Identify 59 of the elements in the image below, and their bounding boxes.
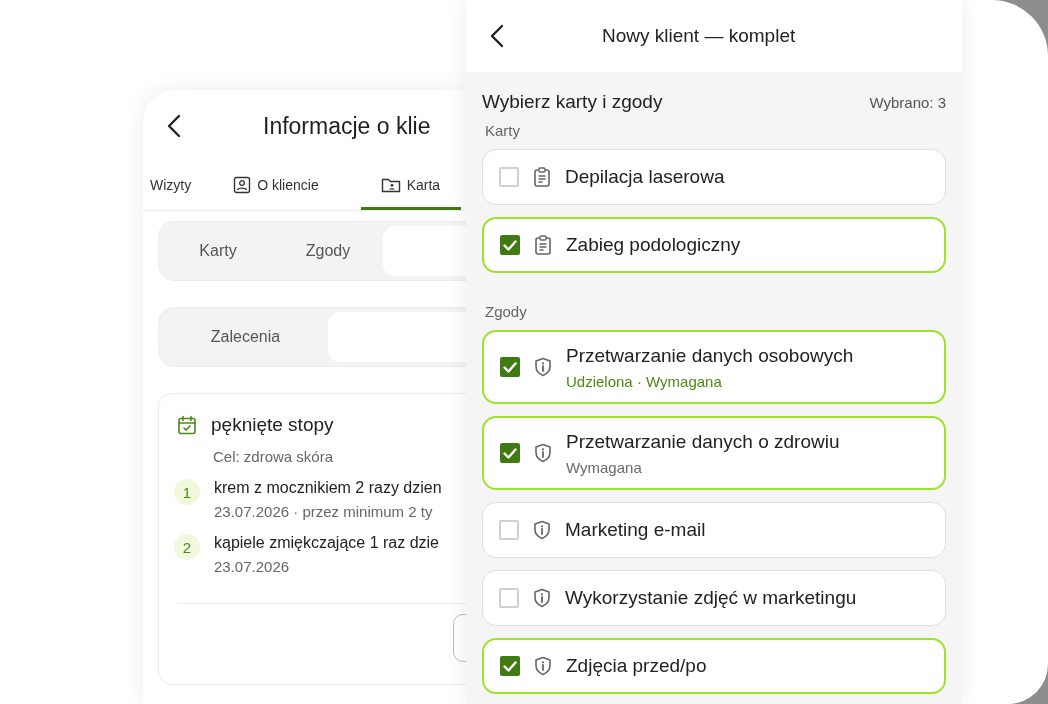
option-row[interactable]: Zabieg podologiczny <box>482 217 946 273</box>
option-label: Przetwarzanie danych o zdrowiu <box>566 430 840 453</box>
tab[interactable]: O kliencie <box>233 162 333 210</box>
option-row[interactable]: Przetwarzanie danych osobowych Udzielona · Wymagana <box>482 330 946 404</box>
check-icon <box>503 361 517 373</box>
plan-goal: Cel: zdrowa skóra <box>213 448 335 465</box>
option-row[interactable]: Przetwarzanie danych o zdrowiu Wymagana <box>482 416 946 490</box>
folder-icon <box>380 176 401 193</box>
checkbox[interactable] <box>499 588 519 608</box>
screen-title: Informacje o klie <box>263 112 431 140</box>
check-icon <box>503 660 517 672</box>
option-row[interactable]: Zdjęcia przed/po <box>482 638 946 694</box>
group-label: Karty <box>485 122 521 139</box>
segment[interactable]: Zalecenia <box>163 312 328 362</box>
checkbox[interactable] <box>500 357 520 377</box>
selected-count: Wybrano: 3 <box>869 93 946 111</box>
step-number: 1 <box>174 479 200 505</box>
shield-info-icon <box>534 357 552 377</box>
shield-info-icon <box>534 443 552 463</box>
step-text: krem z mocznikiem 2 razy dzien <box>214 479 442 497</box>
option-label: Zabieg podologiczny <box>566 234 741 256</box>
checkbox[interactable] <box>500 235 520 255</box>
clipboard-icon <box>534 235 552 255</box>
check-icon <box>503 239 517 251</box>
tab[interactable]: Wizyty <box>150 162 206 210</box>
option-status: Wymagana <box>566 458 643 476</box>
screen-title: Nowy klient — komplet <box>602 25 796 47</box>
option-label: Zdjęcia przed/po <box>566 655 707 677</box>
shield-info-icon <box>533 520 551 540</box>
shield-info-icon <box>534 656 552 676</box>
option-label: Wykorzystanie zdjęć w marketingu <box>565 587 857 609</box>
shield-info-icon <box>533 588 551 608</box>
back-icon[interactable] <box>490 24 504 48</box>
option-label: Depilacja laserowa <box>565 166 725 188</box>
option-status: Udzielona · Wymagana <box>566 372 723 390</box>
check-icon <box>503 447 517 459</box>
option-row[interactable]: Depilacja laserowa <box>482 149 946 205</box>
option-row[interactable]: Marketing e-mail <box>482 502 946 558</box>
step-number: 2 <box>174 534 200 560</box>
checkbox[interactable] <box>499 520 519 540</box>
contact-icon <box>233 175 252 194</box>
section-heading: Wybierz karty i zgody <box>482 91 663 113</box>
clipboard-icon <box>533 167 551 187</box>
calendar-check-icon <box>177 415 197 435</box>
segment[interactable]: Zgody <box>273 226 383 276</box>
option-label: Marketing e-mail <box>565 519 706 541</box>
checkbox[interactable] <box>499 167 519 187</box>
option-row[interactable]: Wykorzystanie zdjęć w marketingu <box>482 570 946 626</box>
segment[interactable]: Karty <box>163 226 273 276</box>
option-label: Przetwarzanie danych osobowych <box>566 344 854 367</box>
step-date: 23.07.2026 · przez minimum 2 ty <box>214 503 434 520</box>
group-label: Zgody <box>485 303 528 320</box>
step-text: kąpiele zmiękczające 1 raz dzie <box>214 534 439 552</box>
checkbox[interactable] <box>500 443 520 463</box>
step-date: 23.07.2026 <box>214 558 291 575</box>
tab[interactable]: Karta <box>360 162 461 210</box>
plan-title: pęknięte stopy <box>211 414 334 436</box>
checkbox[interactable] <box>500 656 520 676</box>
back-icon[interactable] <box>167 114 181 138</box>
